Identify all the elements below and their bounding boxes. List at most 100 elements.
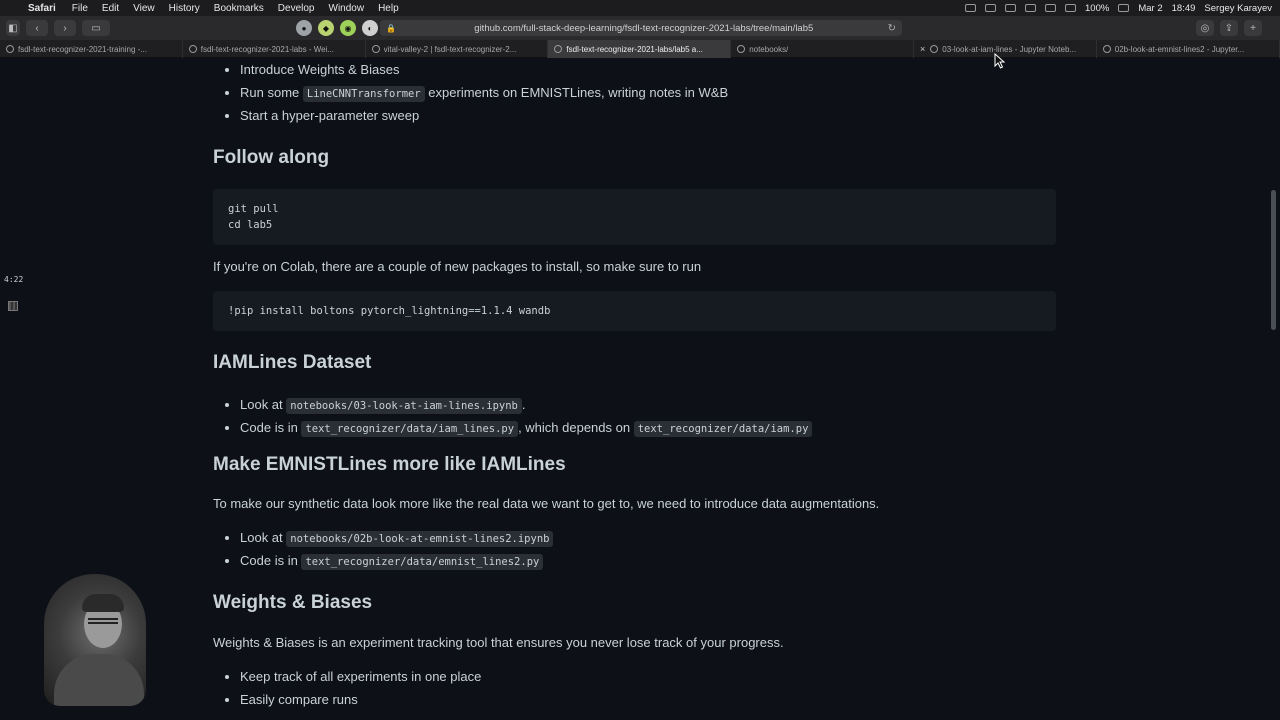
menu-view[interactable]: View [133, 3, 155, 14]
inline-code: notebooks/03-look-at-iam-lines.ipynb [286, 398, 522, 414]
tab-2[interactable]: fsdl-text-recognizer-2021-labs - Wei... [183, 40, 366, 58]
list-item-text: Start a hyper-parameter sweep [240, 108, 420, 123]
webcam-person-hair [82, 594, 124, 612]
github-icon [554, 45, 563, 53]
lock-icon: 🔒 [386, 23, 396, 33]
heading-iamlines: IAMLines Dataset [213, 352, 372, 373]
menubar-date[interactable]: Mar 2 [1138, 3, 1162, 14]
menu-window[interactable]: Window [329, 3, 365, 14]
sidebar-toggle-icon[interactable]: ◧ [6, 20, 20, 36]
status-icon[interactable] [1025, 4, 1037, 12]
favicon-icon [371, 45, 380, 53]
share-icon[interactable]: ⇪ [1220, 20, 1238, 36]
code-block[interactable]: !pip install boltons pytorch_lightning==… [213, 291, 1056, 331]
menubar-user[interactable]: Sergey Karayev [1204, 3, 1272, 14]
battery-percent[interactable]: 100% [1085, 3, 1109, 14]
close-icon[interactable]: × [920, 44, 925, 54]
paragraph: Weights & Biases is an experiment tracki… [213, 635, 784, 650]
list-item: Code is in text_recognizer/data/iam_line… [240, 416, 1056, 439]
tab-label: fsdl-text-recognizer-2021-labs/lab5 a... [566, 44, 703, 54]
list-item-text: Look at [240, 397, 283, 412]
list-item: Look at notebooks/03-look-at-iam-lines.i… [240, 393, 1056, 416]
menu-edit[interactable]: Edit [102, 3, 119, 14]
menu-app-name[interactable]: Safari [28, 3, 56, 14]
grid-icon [8, 301, 18, 311]
inline-code: notebooks/02b-look-at-emnist-lines2.ipyn… [286, 531, 554, 547]
tab-label: 03-look-at-iam-lines - Jupyter Noteb... [942, 44, 1077, 54]
tab-label: fsdl-text-recognizer-2021-labs - Wei... [200, 44, 335, 54]
forward-button[interactable]: › [54, 20, 76, 36]
list-item: Easily compare runs [240, 688, 1056, 711]
mouse-cursor-icon [994, 53, 1006, 69]
emnist-list: Look at notebooks/02b-look-at-emnist-lin… [213, 526, 1056, 572]
status-icon[interactable] [985, 4, 997, 12]
scrollbar[interactable] [1271, 190, 1276, 330]
heading-emnist: Make EMNISTLines more like IAMLines [213, 454, 566, 475]
reload-icon[interactable]: ↻ [888, 23, 896, 34]
list-item: Keep track of all experiments in one pla… [240, 665, 1056, 688]
tab-bar: fsdl-text-recognizer-2021-training -... … [0, 40, 1280, 58]
extension-icon[interactable]: ◎ [1196, 20, 1214, 36]
menu-bookmarks[interactable]: Bookmarks [214, 3, 264, 14]
favicon-icon [930, 45, 939, 53]
list-item-text: , which depends on [518, 420, 631, 435]
tab-1[interactable]: fsdl-text-recognizer-2021-training -... [0, 40, 183, 58]
list-item-text: . [521, 397, 526, 412]
heading-wandb: Weights & Biases [213, 592, 373, 613]
webcam-overlay [44, 574, 146, 706]
status-icon[interactable] [1005, 4, 1017, 12]
url-text[interactable]: github.com/full-stack-deep-learning/fsdl… [400, 23, 888, 34]
menubar-time[interactable]: 18:49 [1172, 3, 1196, 14]
menu-history[interactable]: History [169, 3, 200, 14]
menu-help[interactable]: Help [378, 3, 399, 14]
new-tab-icon[interactable]: + [1244, 20, 1262, 36]
page-content: Introduce Weights & Biases Run some Line… [0, 58, 1280, 720]
tab-3[interactable]: vital-valley-2 | fsdl-text-recognizer-2.… [366, 40, 549, 58]
glasses-icon [88, 618, 118, 624]
paragraph: If you're on Colab, there are a couple o… [213, 259, 702, 274]
tab-7[interactable]: 02b-look-at-emnist-lines2 - Jupyter... [1097, 40, 1280, 58]
tab-label: notebooks/ [749, 44, 789, 54]
status-icon[interactable] [965, 4, 977, 12]
list-item-text: Run some [240, 85, 300, 100]
tab-label: vital-valley-2 | fsdl-text-recognizer-2.… [383, 44, 517, 54]
list-item: Start a hyper-parameter sweep [240, 104, 1056, 127]
menubar: Safari File Edit View History Bookmarks … [0, 0, 1280, 16]
tab-overview-button[interactable]: ▭ [82, 20, 110, 36]
favicon-icon [6, 45, 14, 53]
inline-code: text_recognizer/data/iam_lines.py [301, 421, 519, 437]
shield-icon[interactable]: ◐ [362, 20, 378, 36]
list-item-text: experiments on EMNISTLines, writing note… [428, 85, 729, 100]
address-bar[interactable]: 🔒 github.com/full-stack-deep-learning/fs… [380, 20, 902, 36]
extension-icon[interactable]: ● [296, 20, 312, 36]
list-item-text: Look at [240, 530, 283, 545]
list-item-text: Keep track of all experiments in one pla… [240, 669, 482, 684]
list-item-text: Code is in [240, 420, 298, 435]
battery-icon[interactable] [1118, 4, 1130, 12]
favicon-icon [737, 45, 746, 53]
code-block[interactable]: git pull cd lab5 [213, 189, 1056, 245]
list-item: Run some LineCNNTransformer experiments … [240, 81, 1056, 104]
inline-code: text_recognizer/data/emnist_lines2.py [301, 554, 544, 570]
extension-icon[interactable]: ◆ [318, 20, 334, 36]
tab-4-active[interactable]: fsdl-text-recognizer-2021-labs/lab5 a... [548, 40, 732, 58]
code-line: git pull [228, 203, 279, 215]
tab-5[interactable]: notebooks/ [731, 40, 914, 58]
list-item-text: Introduce Weights & Biases [240, 62, 400, 77]
favicon-icon [1102, 45, 1111, 53]
webcam-person-body [54, 654, 144, 706]
back-button[interactable]: ‹ [26, 20, 48, 36]
iamlines-list: Look at notebooks/03-look-at-iam-lines.i… [213, 393, 1056, 439]
list-item: Introduce Weights & Biases [240, 58, 1056, 81]
extension-icon[interactable]: ◉ [340, 20, 356, 36]
heading-follow-along: Follow along [213, 147, 330, 168]
menu-develop[interactable]: Develop [278, 3, 315, 14]
wandb-list: Keep track of all experiments in one pla… [213, 665, 1056, 711]
menu-file[interactable]: File [72, 3, 88, 14]
list-item-text: Easily compare runs [240, 692, 358, 707]
readme-article: Introduce Weights & Biases Run some Line… [213, 58, 1056, 711]
code-line: !pip install boltons pytorch_lightning==… [228, 305, 551, 317]
wifi-icon[interactable] [1045, 4, 1057, 12]
intro-list: Introduce Weights & Biases Run some Line… [213, 58, 1056, 127]
volume-icon[interactable] [1065, 4, 1077, 12]
